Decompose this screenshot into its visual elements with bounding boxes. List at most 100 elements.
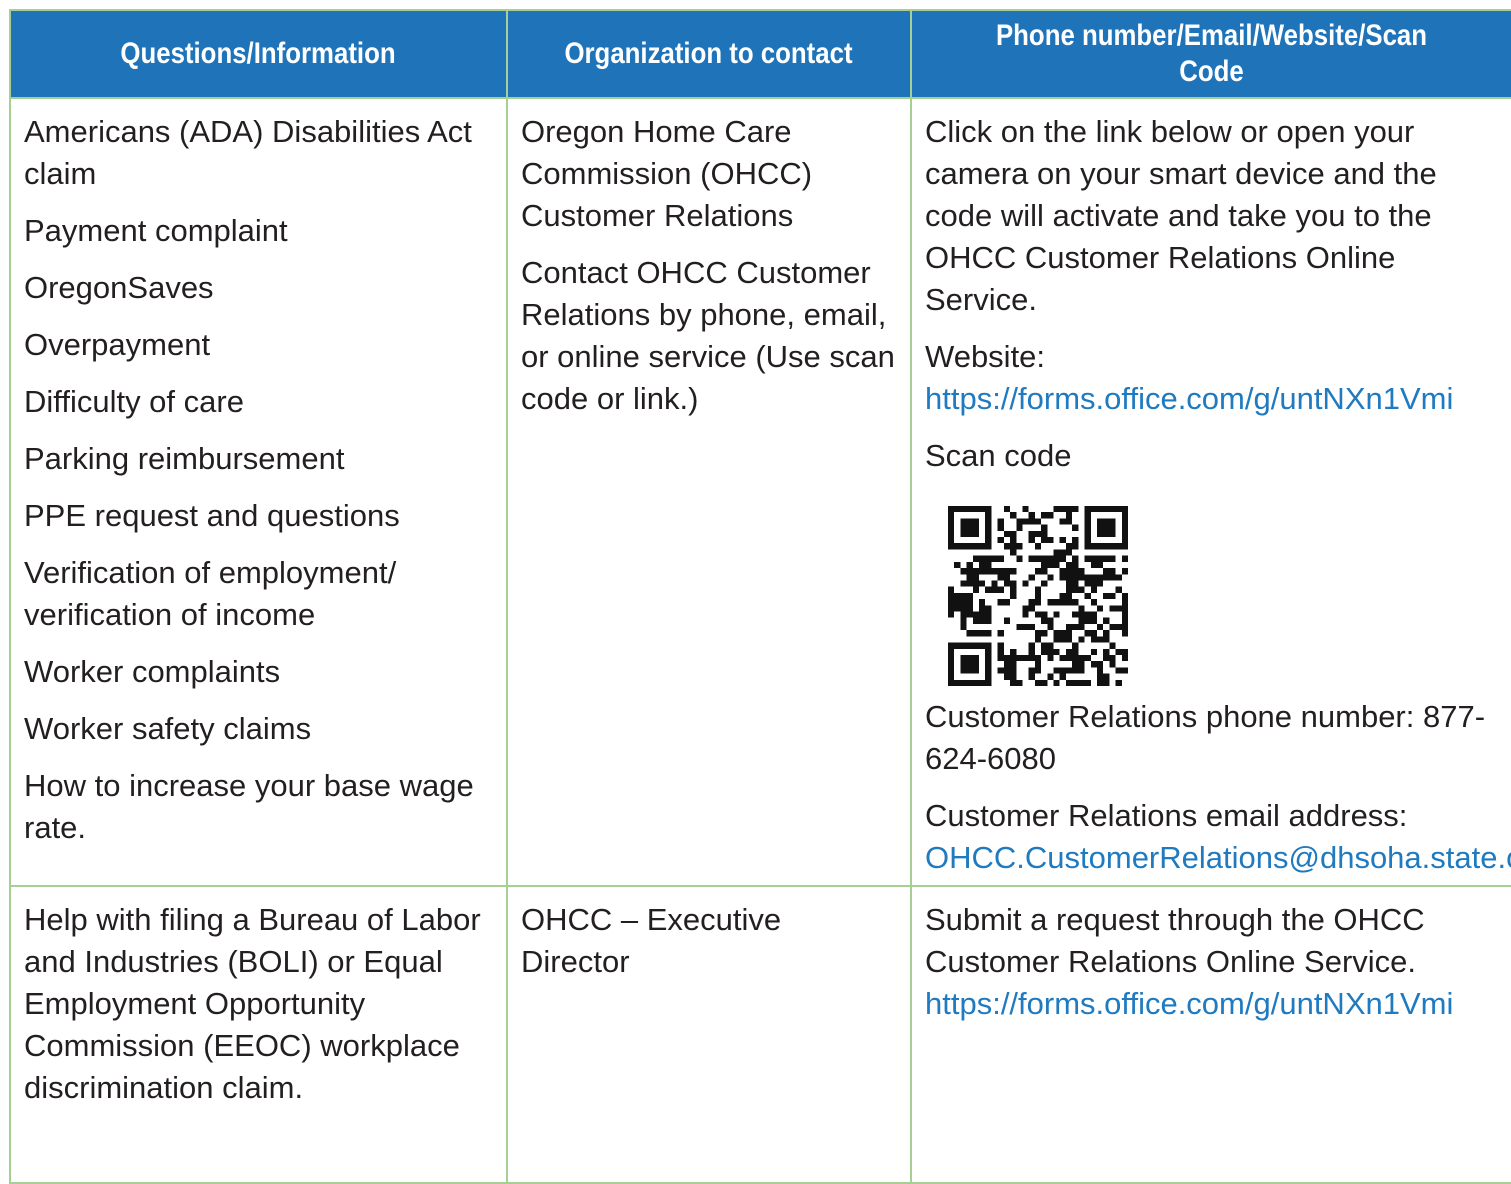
qr-module [1072, 580, 1079, 587]
qr-module [1059, 537, 1066, 544]
qr-module [966, 661, 973, 668]
qr-module [1041, 555, 1048, 562]
qr-module [960, 667, 967, 674]
qr-module [985, 568, 992, 575]
qr-module [1072, 667, 1079, 674]
qr-module [1065, 512, 1073, 519]
qr-module [1103, 518, 1110, 525]
qr-module [1034, 667, 1042, 674]
qr-module [985, 630, 992, 637]
question-item: PPE request and questions [24, 498, 400, 533]
header-questions: Questions/Information [9, 9, 508, 99]
qr-module [997, 654, 1004, 662]
qr-module [1103, 630, 1110, 637]
qr-module [960, 617, 967, 624]
qr-module [972, 580, 980, 587]
qr-module [1047, 574, 1054, 581]
qr-module [972, 611, 980, 618]
website-link[interactable]: https://forms.office.com/g/untNXn1Vmi [925, 381, 1453, 416]
qr-module [1010, 654, 1017, 662]
qr-module [1115, 679, 1122, 686]
questions-cell: Americans (ADA) Disabilities Act claim P… [9, 97, 508, 887]
qr-module [1090, 580, 1097, 587]
qr-module [1003, 574, 1011, 581]
qr-module [1028, 555, 1035, 562]
qr-module [972, 568, 980, 575]
qr-module [948, 605, 955, 612]
qr-module [1016, 524, 1023, 531]
qr-module [1103, 617, 1110, 624]
qr-module [948, 611, 955, 618]
qr-module [1034, 555, 1042, 562]
qr-module [948, 512, 955, 519]
qr-module [1121, 568, 1128, 575]
qr-module [1003, 667, 1011, 674]
qr-module [1109, 642, 1116, 649]
qr-module [1003, 654, 1011, 662]
qr-module [1010, 549, 1017, 556]
qr-module [948, 648, 955, 655]
qr-module [1115, 574, 1122, 581]
qr-module [1065, 679, 1073, 686]
qr-module [960, 679, 967, 686]
qr-module [1115, 667, 1122, 674]
qr-module [1103, 636, 1110, 643]
qr-module [1022, 611, 1029, 618]
qr-module [1065, 518, 1073, 525]
qr-module [1065, 667, 1073, 674]
qr-module [1121, 599, 1128, 606]
qr-module [1072, 568, 1079, 575]
qr-module [1059, 568, 1066, 575]
qr-module [1096, 543, 1104, 550]
qr-module [1109, 506, 1116, 513]
qr-module [1041, 580, 1048, 587]
qr-module [1121, 623, 1128, 631]
qr-module [1103, 654, 1110, 662]
qr-module [1053, 506, 1060, 513]
qr-module [1059, 506, 1066, 513]
qr-module [960, 580, 967, 587]
qr-module [1065, 592, 1073, 600]
qr-module [966, 524, 973, 531]
qr-module [960, 518, 967, 525]
qr-module [1034, 543, 1042, 550]
qr-module [1028, 623, 1035, 631]
qr-module [1047, 654, 1054, 662]
qr-module [1072, 654, 1079, 662]
qr-module [948, 537, 955, 544]
qr-module [966, 592, 973, 600]
qr-module [972, 630, 980, 637]
qr-module [1034, 599, 1042, 606]
qr-module [1022, 506, 1029, 513]
qr-module [1065, 543, 1073, 550]
qr-module [972, 679, 980, 686]
qr-module [1059, 654, 1066, 662]
qr-module [1047, 642, 1054, 649]
qr-module [1115, 623, 1122, 631]
qr-code-icon [948, 506, 1128, 686]
qr-module [1103, 506, 1110, 513]
email-line: Customer Relations email address: OHCC.C… [925, 795, 1511, 879]
request-text: Submit a request through the OHCC Custom… [925, 902, 1425, 979]
qr-module [1059, 549, 1066, 556]
qr-module [1115, 543, 1122, 550]
qr-module [997, 586, 1004, 593]
qr-module [1059, 599, 1066, 606]
qr-module [1022, 605, 1029, 612]
qr-module [1010, 530, 1017, 538]
qr-module [1072, 555, 1079, 562]
qr-module [997, 555, 1004, 562]
qr-module [985, 605, 992, 612]
qr-module [966, 568, 973, 575]
qr-module [1121, 512, 1128, 519]
email-link[interactable]: OHCC.CustomerRelations@dhsoha.state.or.u… [925, 840, 1511, 875]
qr-module [948, 518, 955, 525]
request-link[interactable]: https://forms.office.com/g/untNXn1Vmi [925, 986, 1453, 1021]
qr-module [1121, 611, 1128, 618]
qr-module [966, 611, 973, 618]
qr-module [954, 679, 961, 686]
qr-module [1078, 667, 1085, 674]
qr-module [1078, 654, 1085, 662]
qr-module [1053, 679, 1060, 686]
qr-module [1065, 623, 1073, 631]
